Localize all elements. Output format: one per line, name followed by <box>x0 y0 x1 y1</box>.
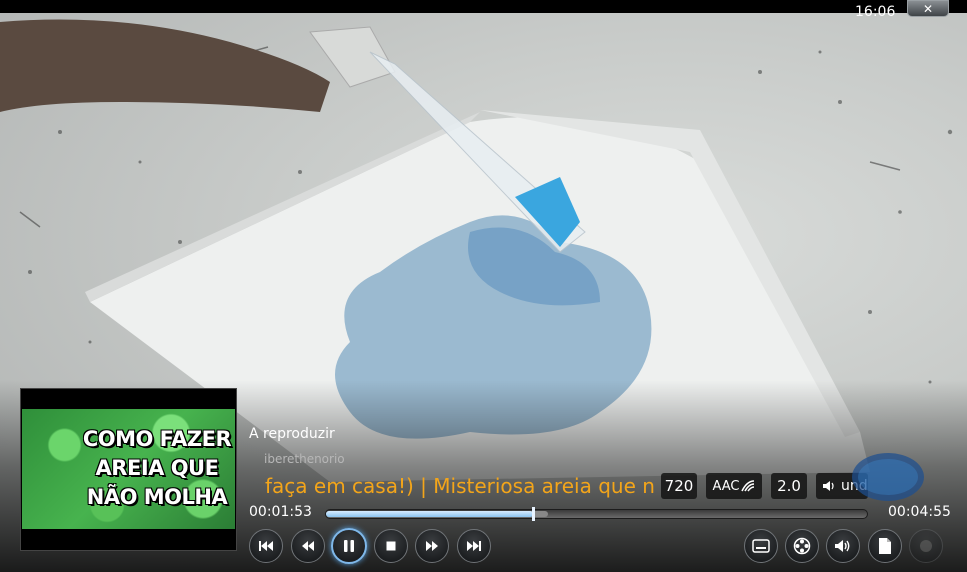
next-button[interactable] <box>457 529 491 563</box>
star-icon <box>920 540 932 552</box>
channel-name: iberethenorio <box>264 452 345 466</box>
thumbnail-title-line: AREIA QUE <box>95 456 219 480</box>
previous-button[interactable] <box>249 529 283 563</box>
clock: 16:06 <box>855 4 896 20</box>
speaker-icon <box>823 481 834 491</box>
fast-forward-icon <box>426 541 438 551</box>
audio-channels-badge: 2.0 <box>771 473 807 499</box>
seek-bar-played <box>326 511 534 517</box>
video-thumbnail: COMO FAZER AREIA QUE NÃO MOLHA <box>20 388 237 551</box>
skip-next-icon <box>467 541 481 551</box>
video-settings-button[interactable] <box>785 529 819 563</box>
rewind-icon <box>302 541 314 551</box>
subtitles-icon <box>752 539 770 553</box>
audio-settings-button[interactable] <box>826 529 860 563</box>
top-bar <box>0 0 967 13</box>
audio-channels-text: 2.0 <box>777 477 801 495</box>
fast-forward-button[interactable] <box>415 529 449 563</box>
thumbnail-title-line: COMO FAZER <box>82 427 232 451</box>
document-icon <box>879 538 891 554</box>
rewind-button[interactable] <box>291 529 325 563</box>
stop-icon <box>386 541 396 551</box>
playback-status: A reproduzir <box>249 426 335 442</box>
codec-text: AAC <box>712 478 740 494</box>
resolution-text: 720 <box>664 477 694 495</box>
film-reel-icon <box>793 537 811 555</box>
resolution-badge: 720 <box>661 473 697 499</box>
disabled-button <box>909 529 943 563</box>
skip-previous-icon <box>259 541 273 551</box>
codec-wave-icon <box>740 480 754 492</box>
volume-icon <box>835 540 850 552</box>
bookmarks-button[interactable] <box>868 529 902 563</box>
current-time: 00:01:53 <box>249 504 312 520</box>
video-title: faça em casa!) | Misteriosa areia que n <box>265 474 655 498</box>
pause-button[interactable] <box>331 528 367 564</box>
total-time: 00:04:55 <box>888 504 951 520</box>
pause-icon <box>344 540 354 552</box>
stop-button[interactable] <box>374 529 408 563</box>
seek-bar[interactable] <box>325 507 868 521</box>
thumbnail-title: COMO FAZER AREIA QUE NÃO MOLHA <box>79 425 235 512</box>
subtitles-button[interactable] <box>744 529 778 563</box>
close-button[interactable]: ✕ <box>907 0 949 17</box>
thumbnail-title-line: NÃO MOLHA <box>86 485 228 509</box>
channel-watermark-logo <box>852 453 924 501</box>
seek-bar-handle[interactable] <box>532 507 536 521</box>
codec-badge: AAC <box>706 473 762 499</box>
